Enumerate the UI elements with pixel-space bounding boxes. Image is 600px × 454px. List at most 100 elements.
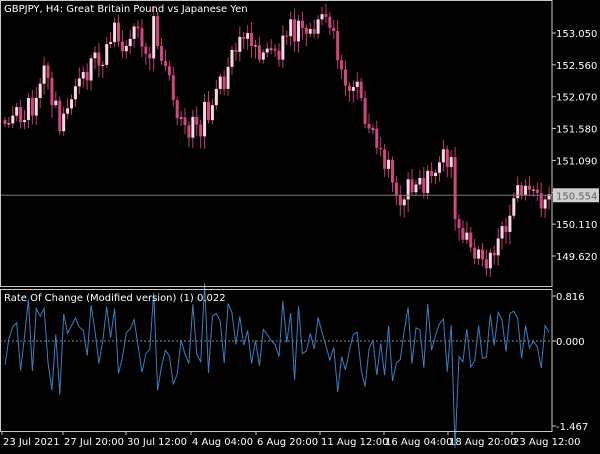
- candle: [465, 221, 469, 244]
- candle: [316, 15, 320, 39]
- price-axis[interactable]: 153.050152.560152.070151.580151.090150.6…: [552, 29, 597, 263]
- candle: [226, 57, 230, 97]
- candle-body: [437, 162, 441, 173]
- candle-body: [379, 148, 383, 150]
- candle-body: [120, 41, 124, 52]
- candle: [277, 43, 281, 67]
- candle: [140, 18, 144, 57]
- time-tick-label: 6 Aug 20:00: [257, 437, 318, 448]
- indicator-axis[interactable]: 0.816 0.000 -1.467: [552, 292, 588, 433]
- candle: [297, 15, 301, 53]
- candle-body: [210, 105, 214, 121]
- candle-body: [328, 16, 332, 28]
- candle-body: [300, 20, 304, 28]
- candle-body: [531, 189, 535, 191]
- candle-body: [281, 35, 285, 60]
- candle-body: [163, 60, 167, 67]
- time-tick-label: 30 Jul 12:00: [127, 437, 187, 448]
- candle-body: [242, 36, 246, 39]
- trading-chart[interactable]: GBPJPY, H4: Great Britain Pound vs Japan…: [0, 0, 600, 450]
- candle-body: [477, 249, 481, 259]
- candle: [359, 77, 363, 102]
- candle: [58, 96, 62, 136]
- candle: [422, 166, 426, 199]
- candle-body: [97, 52, 101, 66]
- candle: [484, 249, 488, 277]
- candle: [363, 90, 367, 129]
- price-tick-label: 149.620: [556, 252, 597, 263]
- candle-body: [492, 252, 496, 256]
- candle-body: [355, 81, 359, 87]
- candle: [430, 162, 434, 184]
- price-candles: [3, 3, 551, 278]
- price-tick-label: 151.090: [556, 156, 597, 167]
- candle-body: [191, 116, 195, 138]
- candle-body: [371, 128, 375, 130]
- candle: [285, 30, 289, 45]
- candle: [214, 80, 218, 110]
- candle-body: [253, 45, 257, 47]
- candle: [336, 19, 340, 70]
- candle-body: [54, 100, 58, 106]
- candle: [85, 63, 89, 90]
- candle: [62, 106, 66, 136]
- candle-body: [179, 117, 183, 119]
- candle-body: [214, 88, 218, 106]
- time-tick-label: 4 Aug 04:00: [192, 437, 253, 448]
- candle-body: [512, 198, 516, 216]
- candle-body: [257, 45, 261, 60]
- candle-body: [488, 252, 492, 269]
- candle-body: [38, 83, 42, 99]
- candle-body: [3, 120, 7, 125]
- candle-body: [297, 20, 301, 42]
- candle-body: [461, 228, 465, 240]
- candle: [535, 182, 539, 201]
- candle: [547, 186, 551, 210]
- candle: [230, 45, 234, 75]
- candle-body: [58, 100, 62, 132]
- current-price-badge: 150.554: [553, 188, 599, 203]
- candle: [500, 221, 504, 250]
- candle-body: [148, 53, 152, 59]
- candle-body: [101, 64, 105, 66]
- candle-body: [171, 75, 175, 100]
- candle-body: [265, 48, 269, 53]
- candle: [242, 32, 246, 50]
- candle: [441, 139, 445, 172]
- candle-body: [426, 170, 430, 193]
- candle: [93, 46, 97, 70]
- candle-body: [453, 157, 457, 219]
- candle: [101, 60, 105, 79]
- candle: [187, 121, 191, 148]
- candle-body: [449, 157, 453, 167]
- candle: [26, 93, 30, 129]
- candle-body: [293, 19, 297, 42]
- candle-body: [160, 46, 164, 61]
- candle: [273, 44, 277, 57]
- candle: [512, 192, 516, 219]
- candle-body: [199, 124, 203, 137]
- candle-body: [62, 113, 66, 132]
- chart-canvas[interactable]: GBPJPY, H4: Great Britain Pound vs Japan…: [0, 0, 600, 450]
- candle: [234, 42, 238, 61]
- candle: [152, 5, 156, 71]
- time-tick-label: 11 Aug 12:00: [321, 437, 388, 448]
- candle: [73, 78, 77, 107]
- candle-body: [128, 38, 132, 47]
- candle-body: [289, 19, 293, 37]
- candle-body: [140, 28, 144, 47]
- candle-body: [11, 115, 15, 124]
- candle: [66, 98, 70, 120]
- candle-body: [469, 232, 473, 248]
- candle: [300, 11, 304, 40]
- candle: [38, 78, 42, 109]
- candle: [371, 123, 375, 135]
- candle: [191, 109, 195, 148]
- time-axis[interactable]: 23 Jul 2021 27 Jul 20:00 30 Jul 12:00 4 Aug…: [1, 431, 580, 448]
- candle-body: [527, 185, 531, 190]
- candle-body: [359, 81, 363, 99]
- candle: [30, 90, 34, 125]
- candle: [250, 21, 254, 58]
- candle: [437, 156, 441, 182]
- indicator-tick-label: -1.467: [556, 422, 588, 433]
